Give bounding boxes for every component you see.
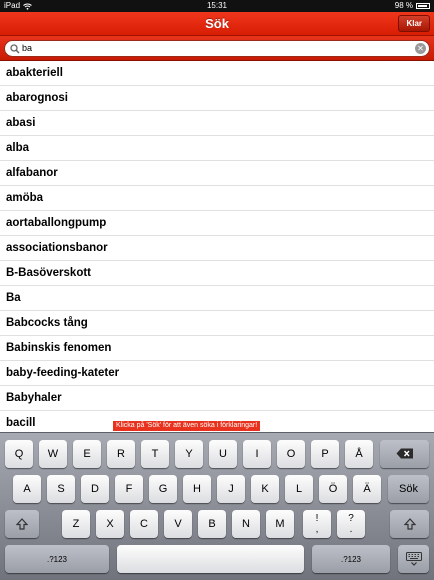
search-input[interactable]	[22, 41, 402, 56]
key-x[interactable]: X	[96, 510, 124, 538]
keyboard-hide-icon	[405, 552, 422, 566]
key-e[interactable]: E	[73, 440, 101, 468]
key-oumlaut[interactable]: Ö	[319, 475, 347, 503]
key-question-period[interactable]: ? .	[337, 510, 365, 538]
key-exclamation-comma[interactable]: ! ,	[303, 510, 331, 538]
key-top-char: ?	[348, 513, 354, 524]
list-item[interactable]: aortaballongpump	[0, 211, 434, 236]
shift-icon	[403, 518, 416, 530]
list-item[interactable]: baby-feeding-kateter	[0, 361, 434, 386]
results-list[interactable]: abakteriell abarognosi abasi alba alfaba…	[0, 61, 434, 432]
shift-key-left[interactable]	[5, 510, 39, 538]
key-w[interactable]: W	[39, 440, 67, 468]
list-item[interactable]: Babyhaler	[0, 386, 434, 411]
space-key[interactable]	[117, 545, 304, 573]
key-g[interactable]: G	[149, 475, 177, 503]
key-j[interactable]: J	[217, 475, 245, 503]
list-item[interactable]: abarognosi	[0, 86, 434, 111]
list-item[interactable]: alfabanor	[0, 161, 434, 186]
nav-bar: Sök Klar	[0, 12, 434, 36]
backspace-icon	[396, 448, 413, 459]
key-n[interactable]: N	[232, 510, 260, 538]
list-item[interactable]: alba	[0, 136, 434, 161]
key-s[interactable]: S	[47, 475, 75, 503]
list-item[interactable]: associationsbanor	[0, 236, 434, 261]
clear-icon[interactable]: ✕	[415, 43, 426, 54]
page-title: Sök	[205, 16, 229, 31]
key-m[interactable]: M	[266, 510, 294, 538]
done-button[interactable]: Klar	[398, 15, 430, 32]
key-h[interactable]: H	[183, 475, 211, 503]
key-aring[interactable]: Å	[345, 440, 373, 468]
key-z[interactable]: Z	[62, 510, 90, 538]
numbers-key-left[interactable]: .?123	[5, 545, 109, 573]
numbers-key-right[interactable]: .?123	[312, 545, 390, 573]
battery-icon	[416, 3, 430, 9]
search-key[interactable]: Sök	[388, 475, 429, 503]
list-item[interactable]: Babcocks tång	[0, 311, 434, 336]
key-v[interactable]: V	[164, 510, 192, 538]
backspace-key[interactable]	[380, 440, 429, 468]
key-d[interactable]: D	[81, 475, 109, 503]
list-item[interactable]: Babinskis fenomen	[0, 336, 434, 361]
status-bar: iPad 15:31 98 %	[0, 0, 434, 12]
key-r[interactable]: R	[107, 440, 135, 468]
keyboard: Q W E R T Y U I O P Å A S D F G H J K L …	[0, 432, 434, 580]
key-c[interactable]: C	[130, 510, 158, 538]
hide-keyboard-key[interactable]	[398, 545, 429, 573]
key-u[interactable]: U	[209, 440, 237, 468]
shift-key-right[interactable]	[390, 510, 429, 538]
shift-icon	[15, 518, 29, 530]
battery-percent: 98 %	[394, 1, 413, 10]
list-item[interactable]: abasi	[0, 111, 434, 136]
list-item[interactable]: amöba	[0, 186, 434, 211]
list-item[interactable]: B-Basöverskott	[0, 261, 434, 286]
key-a[interactable]: A	[13, 475, 41, 503]
key-p[interactable]: P	[311, 440, 339, 468]
search-field[interactable]: ✕	[4, 40, 430, 57]
key-f[interactable]: F	[115, 475, 143, 503]
key-bottom-char: .	[349, 524, 353, 535]
key-t[interactable]: T	[141, 440, 169, 468]
search-bar: ✕	[0, 36, 434, 61]
key-k[interactable]: K	[251, 475, 279, 503]
key-y[interactable]: Y	[175, 440, 203, 468]
numbers-key-label: .?123	[46, 555, 68, 564]
key-i[interactable]: I	[243, 440, 271, 468]
key-o[interactable]: O	[277, 440, 305, 468]
key-aumlaut[interactable]: Ä	[353, 475, 381, 503]
clock: 15:31	[206, 1, 228, 10]
key-l[interactable]: L	[285, 475, 313, 503]
list-item[interactable]: Ba	[0, 286, 434, 311]
numbers-key-label: .?123	[340, 555, 362, 564]
key-top-char: !	[315, 513, 319, 524]
search-hint-banner: Klicka på 'Sök' för att även söka i förk…	[113, 421, 261, 431]
search-icon	[10, 44, 20, 54]
key-b[interactable]: B	[198, 510, 226, 538]
key-bottom-char: ,	[315, 524, 319, 535]
key-q[interactable]: Q	[5, 440, 33, 468]
list-item[interactable]: abakteriell	[0, 61, 434, 86]
